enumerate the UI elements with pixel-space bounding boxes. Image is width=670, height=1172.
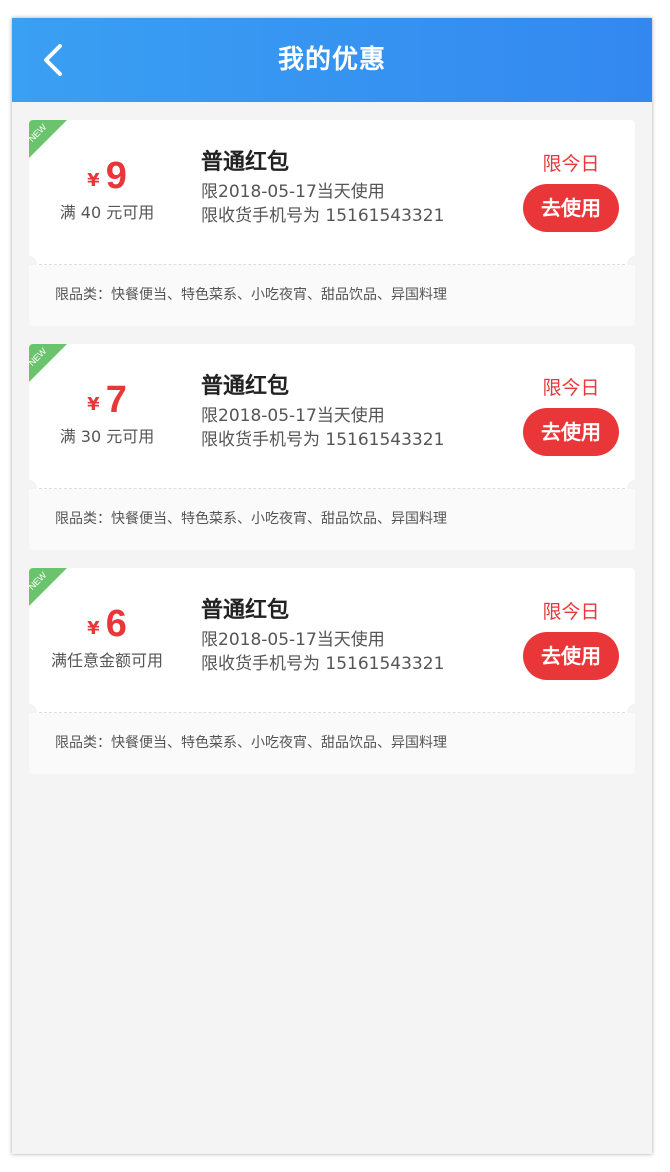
coupon-action: 限今日 去使用 <box>523 598 619 680</box>
coupon-info: 普通红包 限2018-05-17当天使用 限收货手机号为 15161543321 <box>201 146 444 228</box>
currency-symbol: ¥ <box>87 394 100 415</box>
new-ribbon-label: NEW <box>29 346 49 368</box>
today-only-label: 限今日 <box>542 153 600 175</box>
nav-header: 我的优惠 <box>12 18 652 102</box>
use-coupon-button[interactable]: 去使用 <box>523 408 619 456</box>
phone-limit: 限收货手机号为 15161543321 <box>201 654 445 674</box>
category-limit: 限品类：快餐便当、特色菜系、小吃夜宵、甜品饮品、异国料理 <box>29 489 635 550</box>
today-only-label: 限今日 <box>542 601 600 623</box>
coupon-amount: ¥7 <box>29 370 185 430</box>
phone-limit: 限收货手机号为 15161543321 <box>201 430 445 450</box>
amount-value: 6 <box>105 603 127 645</box>
date-limit: 限2018-05-17当天使用 <box>201 406 385 426</box>
phone-limit: 限收货手机号为 15161543321 <box>201 206 445 226</box>
use-coupon-button[interactable]: 去使用 <box>523 184 619 232</box>
currency-symbol: ¥ <box>87 618 100 639</box>
coupon-main: NEW ¥9 满 40 元可用 普通红包 限2018-05-17当天使用 限收货… <box>29 120 635 264</box>
coupon-main: NEW ¥7 满 30 元可用 普通红包 限2018-05-17当天使用 限收货… <box>29 344 635 488</box>
coupon-action: 限今日 去使用 <box>523 150 619 232</box>
usage-condition: 满 40 元可用 <box>59 203 155 222</box>
coupon-info: 普通红包 限2018-05-17当天使用 限收货手机号为 15161543321 <box>201 370 444 452</box>
usage-condition: 满 30 元可用 <box>59 427 155 446</box>
amount-value: 9 <box>105 155 127 197</box>
coupon-amount-block: ¥7 满 30 元可用 <box>29 370 185 448</box>
coupon-amount: ¥9 <box>29 146 185 206</box>
use-coupon-button[interactable]: 去使用 <box>523 632 619 680</box>
coupon-main: NEW ¥6 满任意金额可用 普通红包 限2018-05-17当天使用 限收货手… <box>29 568 635 712</box>
date-limit: 限2018-05-17当天使用 <box>201 182 385 202</box>
coupon-amount-block: ¥9 满 40 元可用 <box>29 146 185 224</box>
page-title: 我的优惠 <box>277 45 386 75</box>
coupon-title: 普通红包 <box>201 598 290 623</box>
app-screen: 我的优惠 NEW ¥9 满 40 元可用 普通红包 限2018-05-17当天使… <box>12 18 652 1154</box>
coupon-title: 普通红包 <box>201 150 290 175</box>
amount-value: 7 <box>105 379 127 421</box>
coupon-action: 限今日 去使用 <box>523 374 619 456</box>
today-only-label: 限今日 <box>542 377 600 399</box>
currency-symbol: ¥ <box>87 170 100 191</box>
category-limit: 限品类：快餐便当、特色菜系、小吃夜宵、甜品饮品、异国料理 <box>29 713 635 774</box>
category-limit: 限品类：快餐便当、特色菜系、小吃夜宵、甜品饮品、异国料理 <box>29 265 635 326</box>
coupon-info: 普通红包 限2018-05-17当天使用 限收货手机号为 15161543321 <box>201 594 444 676</box>
coupon-card: NEW ¥9 满 40 元可用 普通红包 限2018-05-17当天使用 限收货… <box>29 120 635 326</box>
coupon-title: 普通红包 <box>201 374 290 399</box>
coupon-amount-block: ¥6 满任意金额可用 <box>29 594 185 672</box>
coupon-card: NEW ¥6 满任意金额可用 普通红包 限2018-05-17当天使用 限收货手… <box>29 568 635 774</box>
coupon-list: NEW ¥9 满 40 元可用 普通红包 限2018-05-17当天使用 限收货… <box>29 120 635 792</box>
new-ribbon-label: NEW <box>29 570 49 592</box>
date-limit: 限2018-05-17当天使用 <box>201 630 385 650</box>
new-ribbon-label: NEW <box>29 122 49 144</box>
usage-condition: 满任意金额可用 <box>50 651 163 670</box>
coupon-card: NEW ¥7 满 30 元可用 普通红包 限2018-05-17当天使用 限收货… <box>29 344 635 550</box>
coupon-amount: ¥6 <box>29 594 185 654</box>
